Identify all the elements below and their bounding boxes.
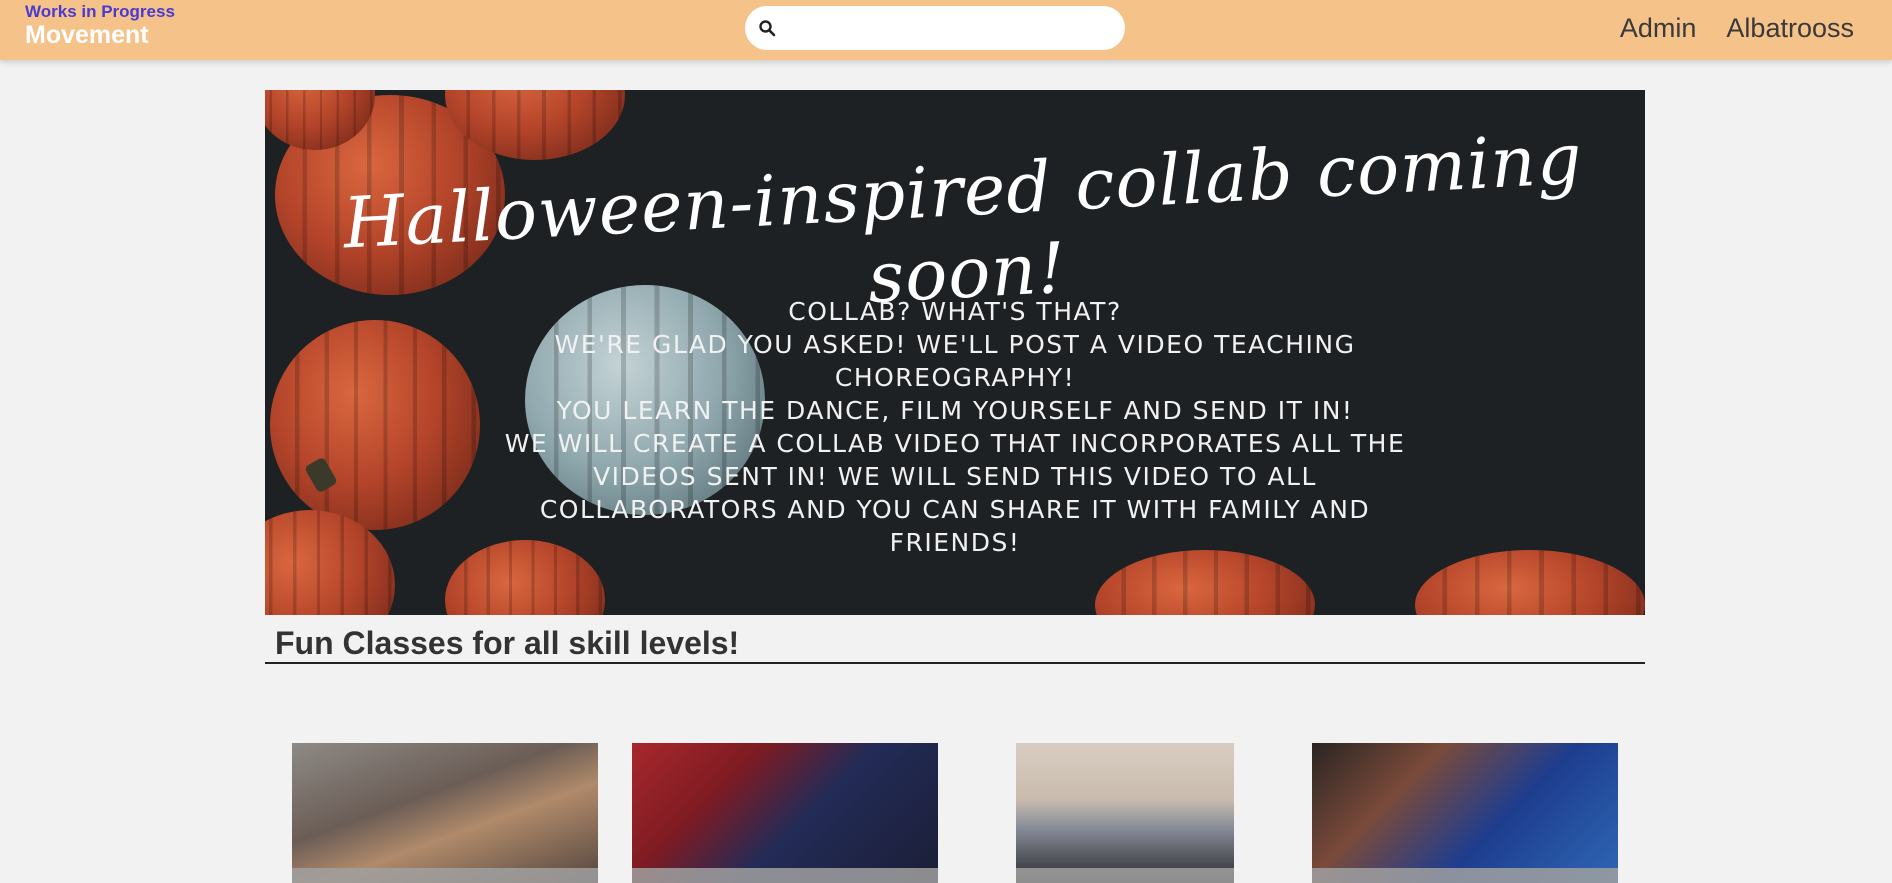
banner-description: COLLAB? WHAT'S THAT? WE'RE GLAD YOU ASKE… xyxy=(500,295,1410,559)
halloween-collab-banner: Halloween-inspired collab coming soon! C… xyxy=(265,90,1645,615)
banner-line: COLLAB? WHAT'S THAT? xyxy=(788,297,1122,326)
banner-line: WE'RE GLAD YOU ASKED! WE'LL POST A VIDEO… xyxy=(554,330,1356,392)
pumpkin-image xyxy=(1095,550,1315,615)
class-card[interactable] xyxy=(1312,743,1618,883)
search-bar[interactable] xyxy=(745,6,1125,50)
card-caption-bar xyxy=(292,868,598,883)
nav-link-user[interactable]: Albatrooss xyxy=(1726,10,1854,46)
section-title: Fun Classes for all skill levels! xyxy=(275,625,740,661)
card-caption-bar xyxy=(1312,868,1618,883)
banner-line: WE WILL CREATE A COLLAB VIDEO THAT INCOR… xyxy=(504,429,1406,557)
brand-tagline: Works in Progress xyxy=(25,2,175,21)
class-card[interactable] xyxy=(632,743,938,883)
banner-line: YOU LEARN THE DANCE, FILM YOURSELF AND S… xyxy=(556,396,1354,425)
brand-logo[interactable]: Works in Progress Movement xyxy=(25,3,175,48)
section-divider xyxy=(265,662,1645,664)
pumpkin-image xyxy=(1415,550,1645,615)
card-caption-bar xyxy=(632,868,938,883)
top-navbar: Works in Progress Movement Admin Albatro… xyxy=(0,0,1892,60)
class-card[interactable] xyxy=(1016,743,1234,883)
nav-link-admin[interactable]: Admin xyxy=(1620,10,1697,46)
brand-name: Movement xyxy=(25,21,149,49)
search-icon[interactable] xyxy=(745,6,789,50)
card-caption-bar xyxy=(1016,868,1234,883)
class-card[interactable] xyxy=(292,743,598,883)
pumpkin-image xyxy=(270,320,480,530)
nav-links: Admin Albatrooss xyxy=(1620,10,1854,46)
search-input[interactable] xyxy=(789,8,1125,48)
